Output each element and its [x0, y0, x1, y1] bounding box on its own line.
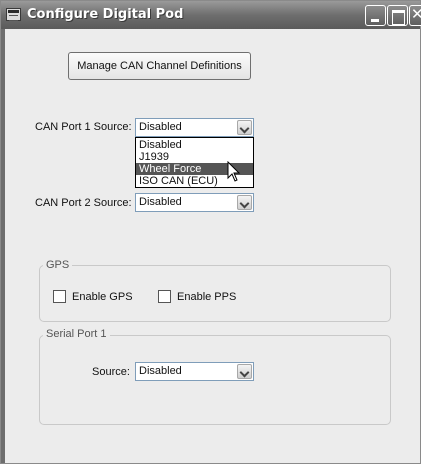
can-port-2-source-value: Disabled: [139, 196, 182, 208]
chevron-down-icon[interactable]: [237, 120, 252, 135]
gps-group-legend: GPS: [43, 259, 73, 271]
can-port-2-source-select[interactable]: Disabled: [135, 193, 254, 212]
dropdown-option-disabled[interactable]: Disabled: [136, 139, 253, 151]
can-port-1-source-value: Disabled: [139, 121, 182, 133]
serial-port-1-group-legend: Serial Port 1: [43, 328, 110, 340]
chevron-down-icon[interactable]: [237, 195, 252, 210]
chevron-down-icon[interactable]: [237, 364, 252, 379]
can-port-1-source-label: CAN Port 1 Source:: [35, 121, 132, 133]
serial-port-1-source-label: Source:: [92, 366, 130, 378]
enable-gps-checkbox[interactable]: Enable GPS: [53, 290, 133, 303]
window-frame-left: [1, 29, 5, 463]
mouse-pointer-icon: [227, 161, 241, 182]
close-icon[interactable]: ✕: [409, 5, 421, 26]
title-bar[interactable]: Configure Digital Pod ✕: [1, 1, 421, 29]
can-port-2-source-label: CAN Port 2 Source:: [35, 197, 132, 209]
minimize-icon[interactable]: [365, 5, 386, 26]
enable-pps-checkbox[interactable]: Enable PPS: [158, 290, 236, 303]
serial-port-1-source-value: Disabled: [139, 365, 182, 377]
app-window-icon[interactable]: [6, 8, 21, 21]
enable-pps-label[interactable]: Enable PPS: [177, 291, 236, 303]
configure-digital-pod-window: Configure Digital Pod ✕ Manage CAN Chann…: [0, 0, 421, 464]
window-title: Configure Digital Pod: [27, 7, 184, 22]
can-port-1-source-select[interactable]: Disabled: [135, 118, 254, 137]
serial-port-1-source-select[interactable]: Disabled: [135, 362, 254, 381]
enable-pps-checkbox-box[interactable]: [158, 290, 171, 303]
manage-can-channel-definitions-button[interactable]: Manage CAN Channel Definitions: [68, 52, 251, 80]
enable-gps-checkbox-box[interactable]: [53, 290, 66, 303]
enable-gps-label[interactable]: Enable GPS: [72, 291, 133, 303]
maximize-icon[interactable]: [387, 5, 408, 26]
